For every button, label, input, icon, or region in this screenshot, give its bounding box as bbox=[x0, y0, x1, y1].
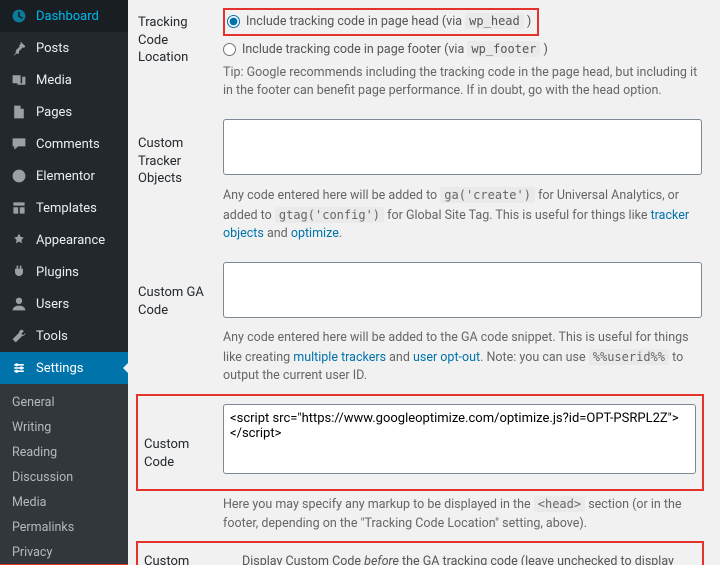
sidebar-item-label: Posts bbox=[36, 41, 69, 56]
settings-submenu: General Writing Reading Discussion Media… bbox=[0, 384, 128, 565]
submenu-item-media[interactable]: Media bbox=[0, 490, 128, 515]
sidebar-item-pages[interactable]: Pages bbox=[0, 96, 128, 128]
sidebar-item-users[interactable]: Users bbox=[0, 288, 128, 320]
sidebar-item-label: Tools bbox=[36, 329, 68, 344]
custom-tracker-label: Custom Tracker Objects bbox=[138, 111, 223, 254]
settings-panel: Tracking Code Location Include tracking … bbox=[128, 0, 720, 565]
sidebar-item-label: Users bbox=[36, 297, 69, 312]
sidebar-item-label: Pages bbox=[36, 105, 72, 120]
custom-ga-label: Custom GA Code bbox=[138, 254, 223, 396]
sidebar-item-media[interactable]: Media bbox=[0, 64, 128, 96]
custom-code-textarea[interactable] bbox=[223, 404, 696, 474]
submenu-item-discussion[interactable]: Discussion bbox=[0, 465, 128, 490]
tracking-head-option[interactable]: Include tracking code in page head (via … bbox=[223, 8, 539, 36]
sidebar-item-tools[interactable]: Tools bbox=[0, 320, 128, 352]
custom-code-location-option[interactable]: Display Custom Code before the GA tracki… bbox=[223, 553, 696, 565]
submenu-item-privacy[interactable]: Privacy bbox=[0, 540, 128, 565]
media-icon bbox=[10, 71, 28, 89]
submenu-item-permalinks[interactable]: Permalinks bbox=[0, 515, 128, 540]
appearance-icon bbox=[10, 231, 28, 249]
admin-sidebar: Dashboard Posts Media Pages Comments Ele… bbox=[0, 0, 128, 565]
tracking-footer-option[interactable]: Include tracking code in page footer (vi… bbox=[223, 40, 702, 60]
pin-icon bbox=[10, 39, 28, 57]
pages-icon bbox=[10, 103, 28, 121]
sidebar-item-plugins[interactable]: Plugins bbox=[0, 256, 128, 288]
submenu-item-general[interactable]: General bbox=[0, 390, 128, 415]
comments-icon bbox=[10, 135, 28, 153]
submenu-item-writing[interactable]: Writing bbox=[0, 415, 128, 440]
user-optout-link[interactable]: user opt-out bbox=[413, 350, 480, 365]
optimize-link[interactable]: optimize bbox=[291, 226, 339, 241]
sidebar-item-appearance[interactable]: Appearance bbox=[0, 224, 128, 256]
plugins-icon bbox=[10, 263, 28, 281]
sidebar-item-comments[interactable]: Comments bbox=[0, 128, 128, 160]
custom-code-desc: Here you may specify any markup to be di… bbox=[223, 495, 702, 534]
sidebar-item-elementor[interactable]: Elementor bbox=[0, 160, 128, 192]
sidebar-item-posts[interactable]: Posts bbox=[0, 32, 128, 64]
sidebar-item-label: Elementor bbox=[36, 169, 95, 184]
sidebar-item-label: Dashboard bbox=[36, 9, 99, 24]
custom-ga-desc: Any code entered here will be added to t… bbox=[223, 329, 702, 386]
sidebar-item-label: Settings bbox=[36, 361, 83, 376]
elementor-icon bbox=[10, 167, 28, 185]
tracking-head-radio[interactable] bbox=[227, 15, 240, 28]
sidebar-item-templates[interactable]: Templates bbox=[0, 192, 128, 224]
templates-icon bbox=[10, 199, 28, 217]
custom-code-location-label: Custom Code Location bbox=[138, 543, 223, 565]
sidebar-item-label: Appearance bbox=[36, 233, 105, 248]
settings-icon bbox=[10, 359, 28, 377]
custom-code-label: Custom Code bbox=[138, 396, 223, 489]
sidebar-item-settings[interactable]: Settings bbox=[0, 352, 128, 384]
sidebar-item-label: Media bbox=[36, 73, 72, 88]
tracking-footer-text: Include tracking code in page footer (vi… bbox=[242, 40, 548, 60]
tracking-footer-radio[interactable] bbox=[223, 43, 236, 56]
custom-code-location-text: Display Custom Code before the GA tracki… bbox=[242, 553, 696, 565]
custom-ga-textarea[interactable] bbox=[223, 262, 702, 318]
custom-tracker-desc: Any code entered here will be added to g… bbox=[223, 186, 702, 244]
tracking-location-label: Tracking Code Location bbox=[138, 0, 223, 111]
sidebar-item-label: Templates bbox=[36, 201, 97, 216]
custom-tracker-textarea[interactable] bbox=[223, 119, 702, 175]
tracking-head-text: Include tracking code in page head (via … bbox=[246, 12, 531, 32]
multiple-trackers-link[interactable]: multiple trackers bbox=[293, 350, 386, 365]
tools-icon bbox=[10, 327, 28, 345]
sidebar-item-label: Comments bbox=[36, 137, 100, 152]
submenu-item-reading[interactable]: Reading bbox=[0, 440, 128, 465]
users-icon bbox=[10, 295, 28, 313]
sidebar-item-label: Plugins bbox=[36, 265, 79, 280]
tracking-location-tip: Tip: Google recommends including the tra… bbox=[223, 64, 702, 102]
sidebar-item-dashboard[interactable]: Dashboard bbox=[0, 0, 128, 32]
dashboard-icon bbox=[10, 7, 28, 25]
